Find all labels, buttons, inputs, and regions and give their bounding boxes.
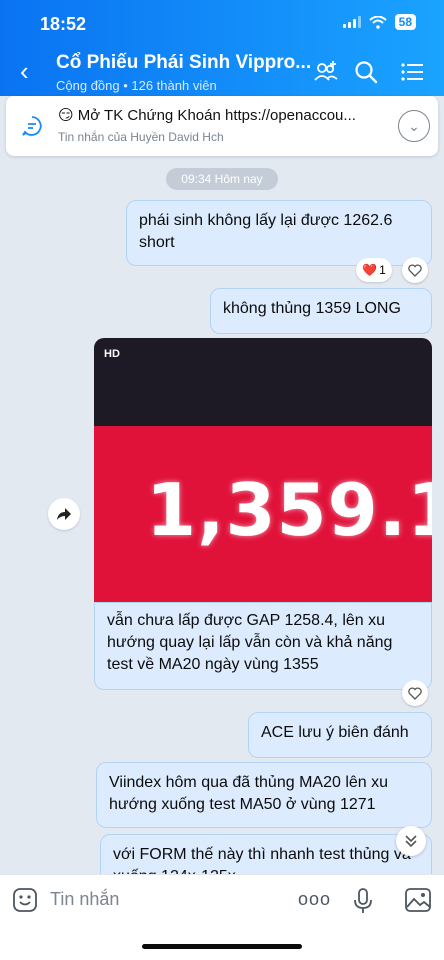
bottom-safe-area	[0, 926, 444, 960]
chart-image[interactable]: HD 1,359.1	[94, 338, 432, 602]
wifi-icon	[368, 15, 387, 29]
like-button[interactable]	[402, 680, 428, 706]
microphone-icon[interactable]	[352, 887, 374, 915]
reaction-count: 1	[379, 263, 386, 277]
message-text: Viindex hôm qua đã thủng MA20 lên xu hướ…	[109, 774, 389, 813]
message-text: không thủng 1359 LONG	[223, 300, 401, 317]
reaction-badge[interactable]: ❤️ 1	[356, 258, 392, 282]
group-title[interactable]: Cổ Phiếu Phái Sinh Vippro...	[56, 52, 311, 74]
message-input[interactable]: Tin nhắn	[50, 889, 119, 910]
expand-pinned-button[interactable]: ⌄	[398, 110, 430, 142]
signal-icon	[342, 16, 361, 28]
chat-header: 18:52 58 ‹ Cổ Phiếu Phái Sinh Vippro... …	[0, 0, 444, 96]
message-bubble[interactable]: phái sinh không lấy lại được 1262.6 shor…	[126, 200, 432, 266]
search-icon[interactable]	[352, 58, 380, 86]
message-text: phái sinh không lấy lại được 1262.6 shor…	[139, 212, 393, 251]
status-time: 18:52	[40, 14, 87, 34]
heart-emoji: ❤️	[362, 263, 378, 277]
status-icons: 58	[342, 14, 416, 30]
like-button[interactable]	[402, 257, 428, 283]
message-text: ACE lưu ý biên đánh	[261, 724, 409, 741]
message-bubble[interactable]: ACE lưu ý biên đánh	[248, 712, 432, 758]
heart-outline-icon	[408, 263, 422, 277]
message-caption[interactable]: vẫn chưa lấp được GAP 1258.4, lên xu hướ…	[94, 602, 432, 690]
message-bubble[interactable]: Viindex hôm qua đã thủng MA20 lên xu hướ…	[96, 762, 432, 828]
pinned-sender: Tin nhắn của Huyền David Hch	[58, 130, 224, 144]
share-arrow-icon	[57, 508, 71, 520]
message-input-bar: Tin nhắn ooo	[0, 874, 444, 926]
heart-outline-icon	[408, 686, 422, 700]
emoji-icon[interactable]	[12, 887, 38, 913]
message-bubble[interactable]: không thủng 1359 LONG	[210, 288, 432, 334]
image-picker-icon[interactable]	[404, 887, 432, 913]
image-value: 1,359.1	[146, 468, 432, 552]
pinned-message[interactable]: 😏 Mở TK Chứng Khoán https://openaccou...…	[6, 96, 438, 156]
pinned-text: 😏 Mở TK Chứng Khoán https://openaccou...	[58, 107, 356, 124]
time-divider: 09:34 Hôm nay	[166, 168, 278, 190]
chat-bubble-icon	[22, 116, 42, 136]
back-arrow-icon[interactable]: ‹	[20, 56, 29, 87]
chevron-down-icon: ⌄	[408, 117, 420, 134]
battery-level: 58	[394, 14, 416, 30]
double-chevron-down-icon	[405, 835, 417, 848]
home-indicator	[142, 944, 302, 949]
scroll-down-button[interactable]	[396, 826, 426, 856]
caption-text: vẫn chưa lấp được GAP 1258.4, lên xu hướ…	[107, 612, 393, 673]
share-button[interactable]	[48, 498, 80, 530]
hd-label: HD	[104, 348, 120, 360]
add-member-icon[interactable]	[312, 58, 340, 86]
menu-list-icon[interactable]	[398, 58, 426, 86]
group-subtitle: Cộng đồng • 126 thành viên	[56, 78, 217, 93]
more-options-icon[interactable]: ooo	[298, 889, 331, 910]
